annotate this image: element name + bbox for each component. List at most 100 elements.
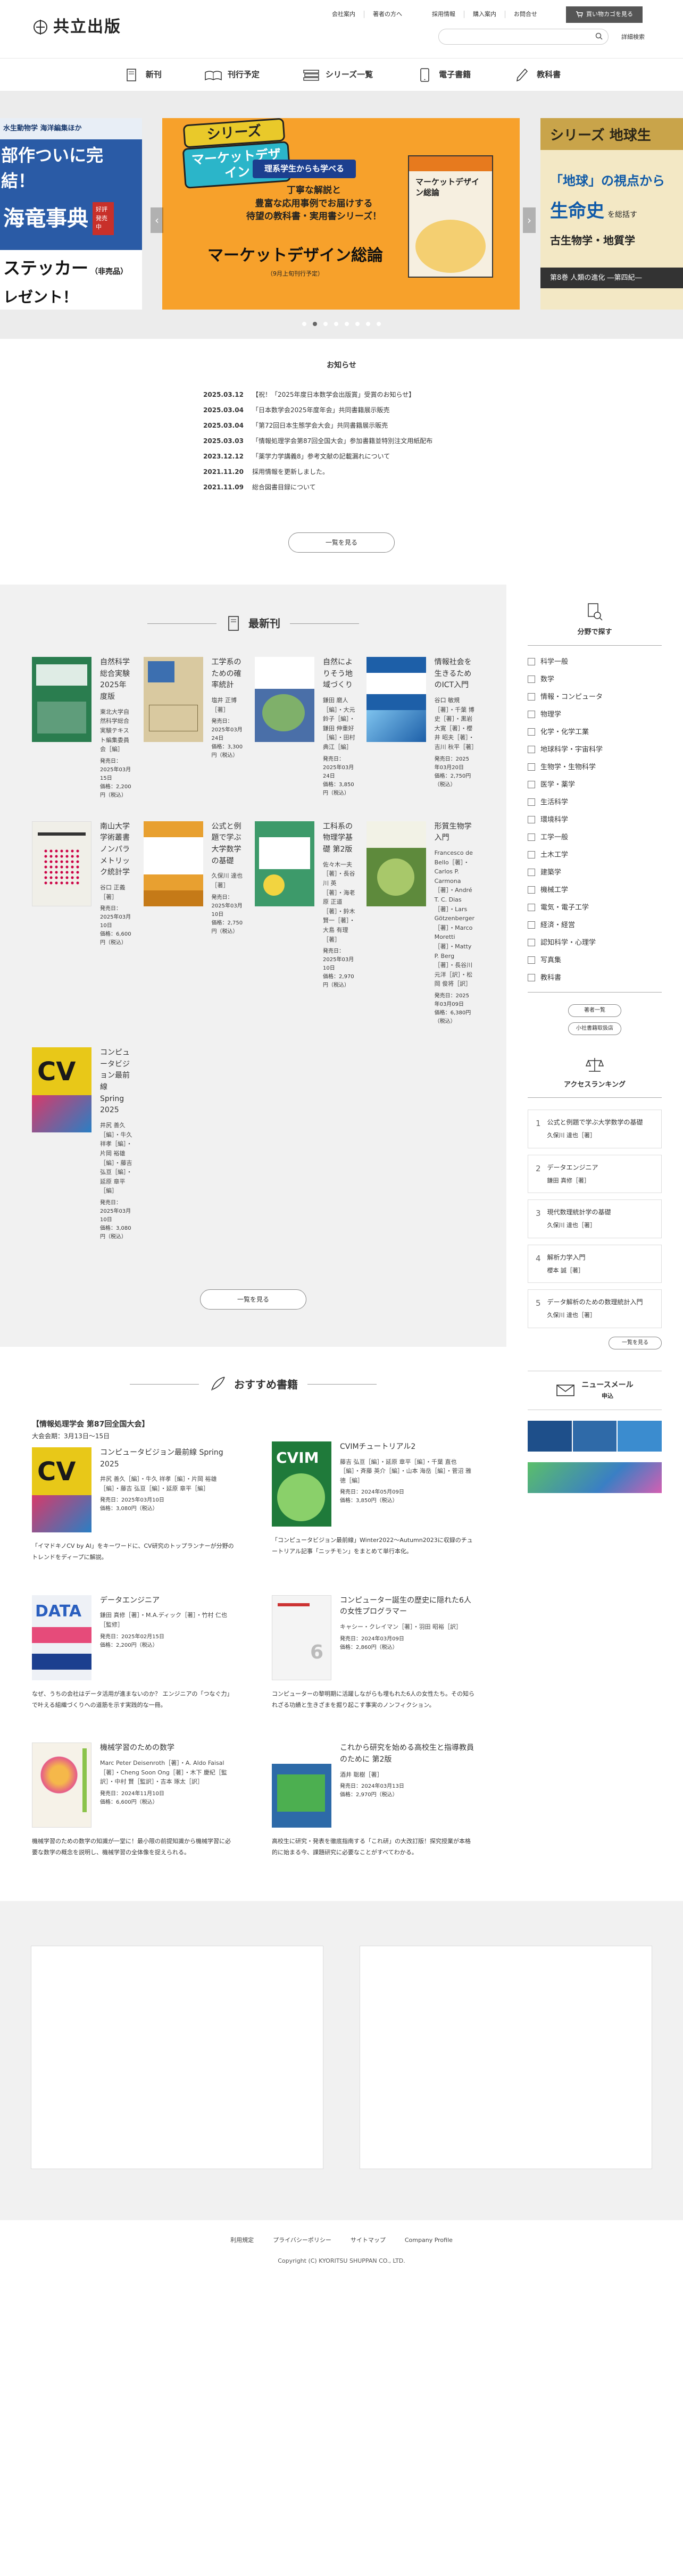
field-checkbox[interactable]: [528, 763, 535, 771]
link-contact[interactable]: お問合せ: [505, 11, 546, 19]
book-card[interactable]: 自然科学総合実験 2025年度版 東北大学自然科学総合実験テキスト編集委員会［編］…: [32, 657, 133, 800]
field-item[interactable]: 情報・コンピュータ: [528, 688, 662, 706]
book-card[interactable]: 工科系の物理学基礎 第2版 佐々木一夫［著］・長谷川 英［著］・海老原 正道［著］…: [255, 821, 356, 1026]
nav-ebooks[interactable]: 電子書籍: [394, 68, 492, 82]
field-item[interactable]: 生活科学: [528, 794, 662, 811]
news-item[interactable]: 2025.03.03 「情報処理学会第87回全国大会」参加書籍並特別注文用紙配布: [203, 433, 480, 449]
book-cover[interactable]: [32, 657, 91, 742]
field-item[interactable]: 環境科学: [528, 811, 662, 829]
book-cover[interactable]: CVIM: [272, 1441, 331, 1527]
news-item[interactable]: 2021.11.09 総合図書目録について: [203, 480, 480, 495]
slider-dot[interactable]: [302, 322, 306, 326]
field-item[interactable]: 教科書: [528, 969, 662, 987]
news-item[interactable]: 2021.11.20 採用情報を更新しました。: [203, 464, 480, 480]
slider-dot[interactable]: [355, 322, 360, 326]
field-checkbox[interactable]: [528, 956, 535, 964]
nav-textbooks[interactable]: 教科書: [492, 68, 582, 82]
news-more-button[interactable]: 一覧を見る: [288, 532, 395, 553]
book-cover[interactable]: [143, 657, 203, 742]
book-card[interactable]: CV コンピュータビジョン最前線 Spring 2025 井尻 善久［編］・牛久 …: [32, 1047, 133, 1241]
news-item[interactable]: 2025.03.04 「第72回日本生態学会大会」共同書籍展示販売: [203, 418, 480, 433]
book-cover[interactable]: [366, 657, 426, 742]
slide-prev-banner[interactable]: 水生動物学 海洋編集ほか 部作ついに完結！ 海竜事典 好評発売中 ステッカー （…: [0, 118, 142, 310]
newsletter-banner[interactable]: ニュースメール 申込: [528, 1370, 662, 1410]
advanced-search-link[interactable]: 詳細検索: [621, 33, 645, 42]
field-checkbox[interactable]: [528, 886, 535, 894]
footer-link-terms[interactable]: 利用規定: [230, 2236, 254, 2245]
field-checkbox[interactable]: [528, 746, 535, 753]
field-checkbox[interactable]: [528, 869, 535, 876]
field-checkbox[interactable]: [528, 833, 535, 841]
book-cover[interactable]: [32, 821, 91, 906]
slider-dot[interactable]: [377, 322, 381, 326]
book-cover[interactable]: [32, 1743, 91, 1828]
field-item[interactable]: 認知科学・心理学: [528, 934, 662, 952]
footer-link-sitemap[interactable]: サイトマップ: [351, 2236, 386, 2245]
field-item[interactable]: 建築学: [528, 864, 662, 881]
book-card[interactable]: 情報社会を生きるためのICT入門 谷口 敏規［著］・千葉 博史［著］・黒岩 大寛［…: [366, 657, 477, 800]
search-input[interactable]: [446, 29, 595, 44]
book-title[interactable]: これから研究を始める高校生と指導教員のために 第2版: [340, 1743, 474, 1765]
book-title[interactable]: コンピューター誕生の歴史に隠れた6人の女性プログラマー: [340, 1595, 474, 1618]
book-card[interactable]: 自然によりそう地域づくり 鎌田 磨人［編］・大元 鈴子［編］・鎌田 伸重好［編］・…: [255, 657, 356, 800]
field-item[interactable]: 科学一般: [528, 653, 662, 671]
field-checkbox[interactable]: [528, 676, 535, 683]
field-item[interactable]: 数学: [528, 671, 662, 688]
nav-upcoming[interactable]: 刊行予定: [183, 68, 281, 82]
field-checkbox[interactable]: [528, 658, 535, 665]
field-checkbox[interactable]: [528, 921, 535, 929]
book-cover[interactable]: 6: [272, 1595, 331, 1680]
book-title[interactable]: 自然科学総合実験 2025年度版: [100, 657, 133, 703]
field-item[interactable]: 医学・薬学: [528, 776, 662, 794]
book-cover[interactable]: CV: [32, 1047, 91, 1132]
field-item[interactable]: 電気・電子工学: [528, 899, 662, 916]
search-box[interactable]: [438, 29, 609, 45]
book-title[interactable]: CVIMチュートリアル2: [340, 1441, 474, 1453]
book-title[interactable]: データエンジニア: [100, 1595, 235, 1607]
book-title[interactable]: 機械学習のための数学: [100, 1743, 235, 1754]
book-card[interactable]: 工学系のための確率統計 塩井 正博［著］ 発売日：2025年03月24日 価格：3,3…: [143, 657, 245, 800]
book-cover[interactable]: DATA: [32, 1595, 91, 1680]
book-card[interactable]: 南山大学学術叢書 ノンパラメトリック統計学 谷口 正義［著］ 発売日：2025年03…: [32, 821, 133, 1026]
book-title[interactable]: コンピュータビジョン最前線 Spring 2025: [100, 1047, 133, 1116]
field-item[interactable]: 生物学・生物科学: [528, 758, 662, 776]
field-checkbox[interactable]: [528, 974, 535, 981]
ranking-item[interactable]: 5 データ解析のための数理統計入門 久保川 達也［著］: [528, 1289, 662, 1328]
promo-banner-2[interactable]: [528, 1462, 662, 1493]
field-checkbox[interactable]: [528, 798, 535, 806]
field-item[interactable]: 経済・経営: [528, 916, 662, 934]
news-item[interactable]: 2023.12.12 「薬学力学講義8」参考文献の記載漏れについて: [203, 449, 480, 464]
book-title[interactable]: 形質生物学入門: [435, 821, 474, 844]
field-item[interactable]: 写真集: [528, 952, 662, 969]
book-cover[interactable]: [255, 657, 315, 742]
book-title[interactable]: 公式と例題で学ぶ大学数学の基礎: [212, 821, 245, 868]
book-title[interactable]: 工学系のための確率統計: [212, 657, 245, 691]
ranking-item[interactable]: 3 現代数理統計学の基礎 久保川 達也［著］: [528, 1199, 662, 1238]
nav-new-books[interactable]: 新刊: [101, 68, 183, 82]
slider-dot[interactable]: [366, 322, 370, 326]
link-purchase[interactable]: 購入案内: [464, 11, 505, 19]
field-item[interactable]: 機械工学: [528, 881, 662, 899]
search-icon[interactable]: [595, 32, 603, 40]
author-list-button[interactable]: 著者一覧: [568, 1004, 621, 1017]
field-checkbox[interactable]: [528, 728, 535, 736]
nav-series[interactable]: シリーズ一覧: [281, 68, 394, 82]
field-item[interactable]: 工学一般: [528, 829, 662, 846]
slider-dot[interactable]: [323, 322, 328, 326]
book-cover[interactable]: [366, 821, 426, 906]
slider-dot[interactable]: [345, 322, 349, 326]
new-books-more-button[interactable]: 一覧を見る: [200, 1289, 306, 1310]
slide-next-banner[interactable]: シリーズ 地球生 「地球」の視点から 生命史 を総括す 古生物学・地質学 第8巻…: [540, 118, 683, 310]
book-cover[interactable]: CV: [32, 1447, 91, 1532]
store-list-button[interactable]: 小社書籍取扱店: [568, 1022, 621, 1035]
link-authors[interactable]: 著者の方へ: [364, 11, 411, 19]
link-recruit[interactable]: 採用情報: [423, 11, 464, 18]
field-item[interactable]: 土木工学: [528, 846, 662, 864]
field-checkbox[interactable]: [528, 693, 535, 701]
book-cover[interactable]: [143, 821, 203, 906]
field-item[interactable]: 物理学: [528, 706, 662, 723]
field-checkbox[interactable]: [528, 781, 535, 788]
book-title[interactable]: コンピュータビジョン最前線 Spring 2025: [100, 1447, 235, 1470]
promo-banner-1[interactable]: [528, 1421, 662, 1452]
book-title[interactable]: 工科系の物理学基礎 第2版: [323, 821, 356, 856]
